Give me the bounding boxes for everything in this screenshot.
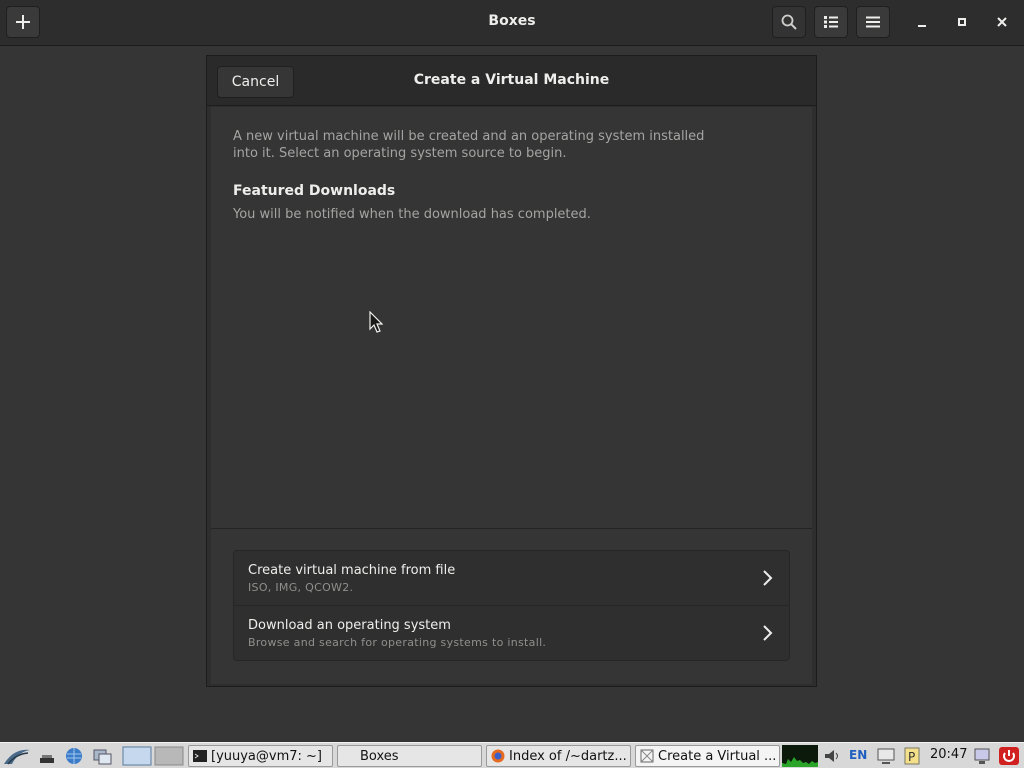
plus-icon <box>16 15 30 29</box>
featured-downloads-heading: Featured Downloads <box>233 183 396 199</box>
chevron-right-icon <box>763 570 773 586</box>
boxes-icon <box>640 749 654 763</box>
task-boxes[interactable]: Boxes <box>337 745 482 767</box>
row-title: Create virtual machine from file <box>248 563 456 578</box>
intro-text: A new virtual machine will be created an… <box>233 129 705 161</box>
window-switcher-icon[interactable] <box>92 746 114 766</box>
clipboard-icon[interactable]: P <box>902 746 922 766</box>
search-button[interactable] <box>772 6 806 38</box>
task-label: Create a Virtual ... <box>658 748 777 764</box>
clock[interactable]: 20:47 <box>930 747 967 762</box>
row-subtitle: ISO, IMG, QCOW2. <box>248 581 354 594</box>
list-view-button[interactable] <box>814 6 848 38</box>
svg-text:P: P <box>908 750 915 764</box>
search-icon <box>781 14 797 30</box>
volume-icon[interactable] <box>822 746 844 766</box>
download-os-row[interactable]: Download an operating system Browse and … <box>234 606 789 660</box>
close-button[interactable] <box>988 8 1016 36</box>
start-menu-icon[interactable] <box>2 746 32 766</box>
create-vm-dialog: Cancel Create a Virtual Machine A new vi… <box>206 55 817 687</box>
main-menu-button[interactable] <box>856 6 890 38</box>
task-label: Boxes <box>360 748 399 764</box>
maximize-icon <box>958 18 966 26</box>
task-create-vm[interactable]: Create a Virtual ... <box>635 745 780 767</box>
divider <box>211 528 812 529</box>
chevron-right-icon <box>763 625 773 641</box>
dialog-title: Create a Virtual Machine <box>413 72 610 88</box>
new-box-button[interactable] <box>6 6 40 38</box>
lock-screen-icon[interactable] <box>972 746 992 766</box>
minimize-button[interactable] <box>908 8 936 36</box>
row-subtitle: Browse and search for operating systems … <box>248 636 547 649</box>
terminal-icon <box>193 750 207 762</box>
show-desktop-icon[interactable] <box>38 746 58 766</box>
taskbar: [yuuya@vm7: ~] Boxes Index of /~dartz...… <box>0 742 1024 768</box>
network-icon[interactable] <box>876 746 896 766</box>
create-from-file-row[interactable]: Create virtual machine from file ISO, IM… <box>234 551 789 606</box>
featured-downloads-note: You will be notified when the download h… <box>233 207 591 222</box>
dialog-header: Cancel Create a Virtual Machine <box>207 56 816 106</box>
row-title: Download an operating system <box>248 618 451 633</box>
workspace-2-icon[interactable] <box>154 746 184 766</box>
maximize-button[interactable] <box>948 8 976 36</box>
task-firefox[interactable]: Index of /~dartz... <box>486 745 631 767</box>
power-icon[interactable] <box>998 746 1020 766</box>
close-icon <box>997 17 1007 27</box>
list-view-icon <box>824 16 838 28</box>
header-bar: Boxes <box>0 0 1024 46</box>
hamburger-menu-icon <box>866 16 880 28</box>
workspace-1-icon[interactable] <box>122 746 152 766</box>
keyboard-layout-indicator[interactable]: EN <box>849 748 867 762</box>
cpu-monitor-graph <box>782 745 818 767</box>
source-list: Create virtual machine from file ISO, IM… <box>233 550 790 661</box>
minimize-icon <box>918 25 926 27</box>
task-terminal[interactable]: [yuuya@vm7: ~] <box>188 745 333 767</box>
firefox-icon <box>491 749 505 763</box>
task-label: Index of /~dartz... <box>509 748 627 764</box>
dialog-body: A new virtual machine will be created an… <box>211 107 812 684</box>
task-label: [yuuya@vm7: ~] <box>211 748 323 764</box>
web-browser-icon[interactable] <box>64 746 84 766</box>
cancel-button[interactable]: Cancel <box>217 66 294 98</box>
